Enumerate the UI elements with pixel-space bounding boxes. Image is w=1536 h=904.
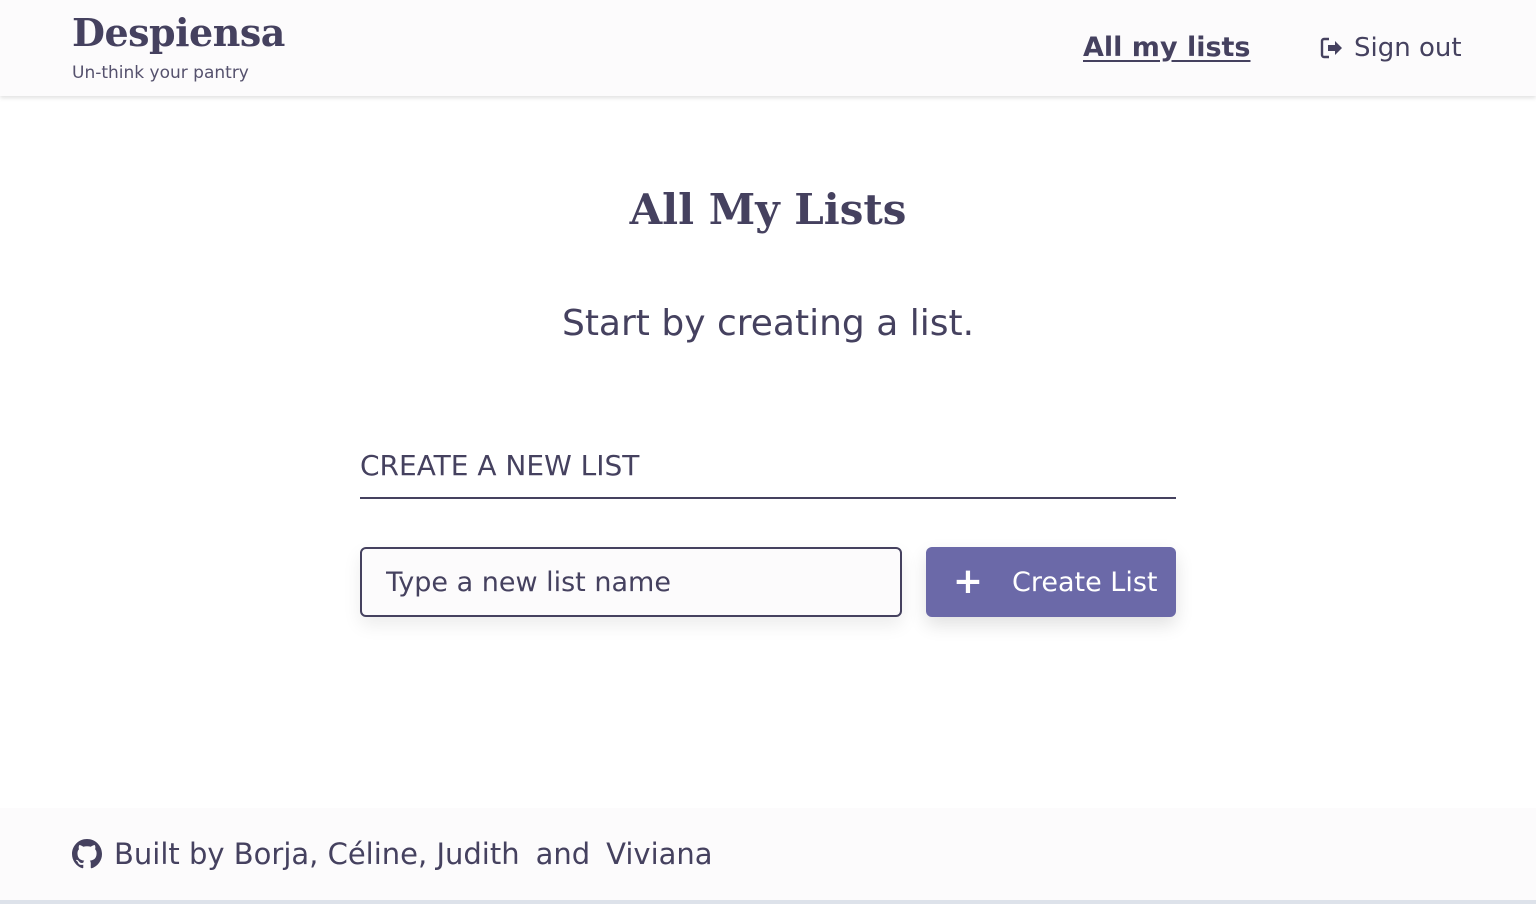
sign-out-label: Sign out: [1354, 33, 1462, 63]
sign-out-button[interactable]: Sign out: [1320, 28, 1462, 68]
brand-title[interactable]: Despiensa: [72, 10, 285, 56]
footer-bottom-border: [0, 900, 1536, 904]
page-title: All My Lists: [629, 185, 907, 234]
github-icon[interactable]: [72, 839, 102, 869]
new-list-name-input[interactable]: [360, 547, 902, 617]
brand-tagline: Un-think your pantry: [72, 63, 249, 83]
footer-and: and: [535, 837, 591, 871]
footer-last-author[interactable]: Viviana: [606, 834, 712, 874]
create-list-label: Create List: [1012, 566, 1158, 598]
plus-icon: +: [952, 561, 984, 602]
site-footer: Built by Borja, Céline, Judith and Vivia…: [0, 808, 1536, 901]
sign-out-icon: [1320, 37, 1342, 59]
nav-all-my-lists-link[interactable]: All my lists: [1083, 28, 1251, 68]
footer-built-by[interactable]: Built by Borja, Céline, Judith: [114, 834, 520, 874]
site-header: Despiensa Un-think your pantry All my li…: [0, 0, 1536, 96]
brand[interactable]: Despiensa Un-think your pantry: [72, 10, 285, 84]
create-list-button[interactable]: + Create List: [926, 547, 1176, 617]
section-title: CREATE A NEW LIST: [360, 449, 640, 482]
create-list-section-header: CREATE A NEW LIST: [360, 444, 1176, 499]
empty-state-message: Start by creating a list.: [561, 303, 975, 344]
footer-credits: Built by Borja, Céline, Judith and Vivia…: [72, 834, 713, 874]
